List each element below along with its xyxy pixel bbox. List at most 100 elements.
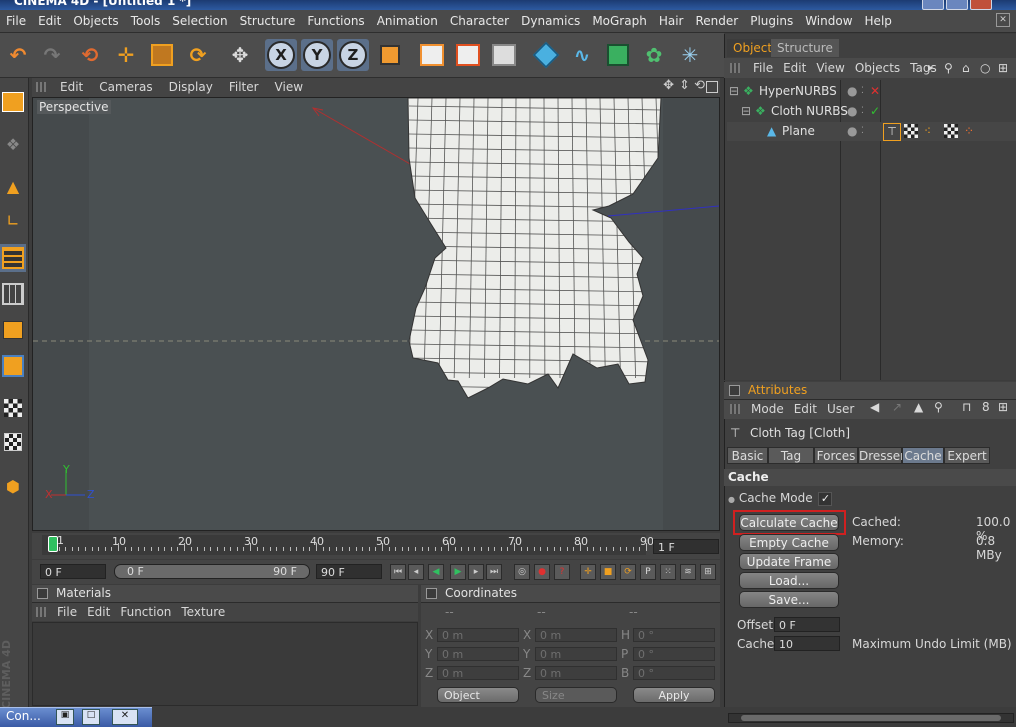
- menu-dynamics[interactable]: Dynamics: [515, 10, 586, 32]
- size-mode-select[interactable]: Size: [535, 687, 617, 703]
- new-view-icon[interactable]: ⊞: [998, 58, 1008, 78]
- timeline-settings-icon[interactable]: ⊞: [700, 564, 716, 580]
- menu-selection[interactable]: Selection: [166, 10, 233, 32]
- link-icon[interactable]: 8: [982, 400, 990, 414]
- timeline[interactable]: 102030405060708090 1 1 F: [32, 533, 720, 559]
- cloner-icon[interactable]: ✿: [638, 39, 670, 71]
- tree-collapse-icon[interactable]: ⊟: [729, 82, 739, 101]
- taskbar-maximize-icon[interactable]: □: [82, 709, 100, 725]
- update-frame-button[interactable]: Update Frame: [739, 553, 839, 570]
- disabled-icon[interactable]: ✕: [870, 82, 880, 101]
- z-axis-lock-button[interactable]: Z: [337, 39, 369, 71]
- tab-tag[interactable]: Tag: [768, 447, 814, 464]
- materials-area[interactable]: [32, 622, 418, 706]
- attributes-menu-mode[interactable]: Mode: [746, 400, 789, 418]
- play-backwards-icon[interactable]: ◀: [428, 564, 444, 580]
- materials-menu-edit[interactable]: Edit: [82, 603, 115, 621]
- keyframe-interpolation-icon[interactable]: ≋: [680, 564, 696, 580]
- y-axis-lock-button[interactable]: Y: [301, 39, 333, 71]
- menu-overflow-icon[interactable]: ▸: [928, 58, 934, 78]
- save-button[interactable]: Save...: [739, 591, 839, 608]
- menu-animation[interactable]: Animation: [371, 10, 444, 32]
- tab-expert[interactable]: Expert: [944, 447, 990, 464]
- materials-menu-file[interactable]: File: [52, 603, 82, 621]
- maximize-button[interactable]: [946, 0, 968, 10]
- menu-mograph[interactable]: MoGraph: [586, 10, 653, 32]
- tab-basic[interactable]: Basic: [727, 447, 768, 464]
- object-name[interactable]: Plane: [782, 122, 815, 141]
- menu-objects[interactable]: Objects: [67, 10, 124, 32]
- load-button[interactable]: Load...: [739, 572, 839, 589]
- go-to-end-icon[interactable]: ⏭: [486, 564, 502, 580]
- edge-tool-icon[interactable]: ∟: [0, 206, 26, 234]
- timeline-ruler[interactable]: 102030405060708090: [42, 535, 646, 555]
- object-row-plane[interactable]: ▲ Plane ● ⁚ ⊤ ⁖ ⁘: [727, 122, 1016, 141]
- menu-structure[interactable]: Structure: [234, 10, 302, 32]
- move-icon[interactable]: ✛: [110, 39, 142, 71]
- size-z-field[interactable]: 0 m: [535, 666, 617, 680]
- tab-structure[interactable]: Structure: [771, 39, 839, 57]
- spline-icon[interactable]: ∿: [566, 39, 598, 71]
- menu-edit[interactable]: Edit: [32, 10, 67, 32]
- search-icon[interactable]: ⚲: [944, 58, 953, 78]
- scrollbar-thumb[interactable]: [741, 715, 1001, 721]
- position-x-field[interactable]: 0 m: [437, 628, 519, 642]
- layer-dots-icon[interactable]: ⁚: [861, 102, 864, 121]
- objects-menu-objects[interactable]: Objects: [850, 59, 905, 77]
- tree-collapse-icon[interactable]: ⊟: [741, 102, 751, 121]
- cloth-tag-icon[interactable]: ⊤: [883, 123, 901, 141]
- live-selection-icon[interactable]: ⟲: [74, 39, 106, 71]
- viewport-menu-cameras[interactable]: Cameras: [91, 78, 160, 97]
- next-key-icon[interactable]: ▸: [468, 564, 484, 580]
- key-parameter-icon[interactable]: P: [640, 564, 656, 580]
- attributes-scrollbar[interactable]: [728, 713, 1014, 723]
- coordinate-mode-select[interactable]: Object: [437, 687, 519, 703]
- object-row-cloth-nurbs[interactable]: ⊟ ❖ Cloth NURBS ● ⁚ ✓: [727, 102, 1016, 121]
- record-position-icon[interactable]: ◎: [514, 564, 530, 580]
- previous-key-icon[interactable]: ◂: [408, 564, 424, 580]
- render-view-icon[interactable]: [416, 39, 448, 71]
- redo-icon[interactable]: ↷: [36, 39, 68, 71]
- key-pla-icon[interactable]: ⁙: [660, 564, 676, 580]
- deformer-icon[interactable]: ✳: [674, 39, 706, 71]
- checker-tool-icon[interactable]: [0, 394, 26, 422]
- up-arrow-icon[interactable]: ▲: [914, 400, 923, 414]
- use-model-tool-icon[interactable]: [0, 88, 26, 116]
- render-settings-icon[interactable]: [488, 39, 520, 71]
- cube-icon[interactable]: [530, 39, 562, 71]
- sculpt-tool-icon[interactable]: ⬢: [0, 472, 26, 500]
- start-frame-field[interactable]: 0 F: [40, 564, 106, 579]
- forward-arrow-icon[interactable]: ↗: [892, 400, 902, 414]
- autokey-icon[interactable]: ?: [554, 564, 570, 580]
- texture-tool-icon[interactable]: [0, 316, 26, 344]
- go-to-start-icon[interactable]: ⏮: [390, 564, 406, 580]
- size-x-field[interactable]: 0 m: [535, 628, 617, 642]
- objects-menu-edit[interactable]: Edit: [778, 59, 811, 77]
- tab-cache[interactable]: Cache: [902, 447, 944, 464]
- menu-character[interactable]: Character: [444, 10, 515, 32]
- selection-tag-icon[interactable]: ⁘: [964, 122, 974, 141]
- record-icon[interactable]: ●: [534, 564, 550, 580]
- calculate-cache-button[interactable]: Calculate Cache: [739, 514, 839, 531]
- coordinate-system-icon[interactable]: [374, 39, 406, 71]
- close-button[interactable]: [970, 0, 992, 10]
- texture-tag-icon[interactable]: [904, 124, 918, 138]
- link-icon[interactable]: ○: [980, 58, 990, 78]
- menu-functions[interactable]: Functions: [301, 10, 370, 32]
- objects-menu-view[interactable]: View: [811, 59, 849, 77]
- rotation-h-field[interactable]: 0 °: [633, 628, 715, 642]
- x-axis-lock-button[interactable]: X: [265, 39, 297, 71]
- menu-help[interactable]: Help: [859, 10, 898, 32]
- orbit-icon[interactable]: ⟲: [694, 78, 705, 93]
- viewport-menu-edit[interactable]: Edit: [52, 78, 91, 97]
- undo-icon[interactable]: ↶: [2, 39, 34, 71]
- render-picture-viewer-icon[interactable]: [452, 39, 484, 71]
- pan-icon[interactable]: ✥: [663, 78, 674, 93]
- object-name[interactable]: HyperNURBS: [759, 82, 837, 101]
- menu-plugins[interactable]: Plugins: [744, 10, 799, 32]
- attributes-collapse-icon[interactable]: [729, 385, 740, 396]
- rotation-b-field[interactable]: 0 °: [633, 666, 715, 680]
- object-tool-icon[interactable]: ❖: [0, 130, 26, 158]
- perspective-viewport[interactable]: Perspective Y X Z: [32, 97, 720, 531]
- taskbar-close-icon[interactable]: ✕: [112, 709, 138, 725]
